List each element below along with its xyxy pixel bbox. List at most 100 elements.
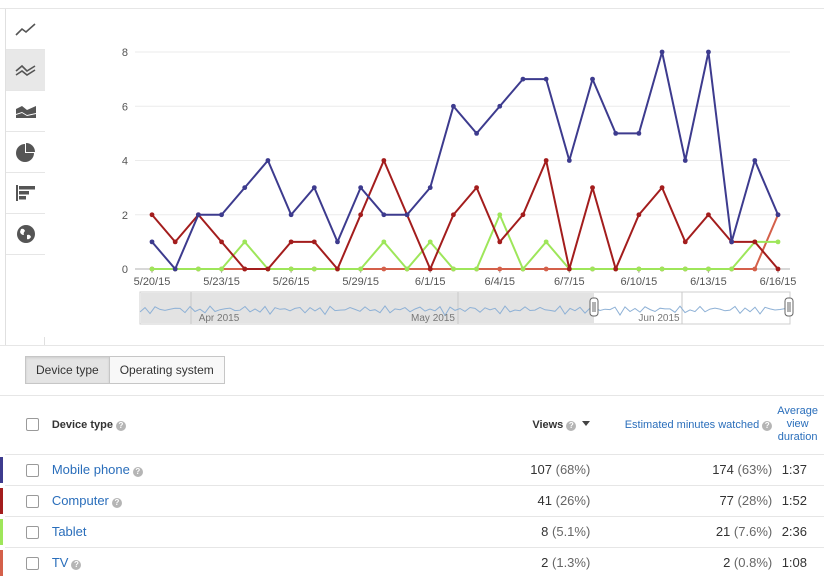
series-color-swatch bbox=[0, 456, 3, 483]
overview-month-label: Jun 2015 bbox=[638, 313, 680, 324]
views-value: 41 bbox=[537, 493, 552, 508]
range-handle[interactable] bbox=[784, 297, 794, 317]
minutes-value: 77 bbox=[719, 493, 734, 508]
x-tick-label: 6/7/15 bbox=[554, 276, 585, 288]
overview-month-label: Apr 2015 bbox=[199, 313, 240, 324]
data-point bbox=[706, 212, 711, 218]
data-point bbox=[195, 266, 201, 272]
data-point bbox=[636, 212, 642, 218]
data-point bbox=[520, 266, 526, 272]
data-point bbox=[172, 239, 178, 245]
device-table: Device type? Views? Estimated minutes wa… bbox=[0, 396, 824, 578]
minutes-watched-header[interactable]: Estimated minutes watched? bbox=[598, 396, 776, 454]
x-tick-label: 6/10/15 bbox=[621, 276, 658, 288]
x-tick-label: 6/4/15 bbox=[484, 276, 515, 288]
data-point bbox=[775, 239, 781, 245]
device-link-computer[interactable]: Computer bbox=[52, 493, 109, 508]
data-point bbox=[636, 266, 642, 272]
data-point bbox=[219, 239, 224, 245]
data-point bbox=[358, 212, 364, 218]
data-point bbox=[381, 239, 387, 245]
data-point bbox=[590, 185, 595, 191]
row-checkbox[interactable] bbox=[26, 525, 39, 539]
table-row: Mobile phone? 107 (68%) 174 (63%) 1:37 bbox=[0, 453, 824, 485]
data-point bbox=[474, 185, 479, 191]
minutes-percent: (0.8%) bbox=[733, 555, 773, 571]
data-point bbox=[659, 49, 665, 55]
duration-value: 2:36 bbox=[776, 515, 824, 547]
line-chart: 0 2 4 6 8 5/20/15 5/23/15 5/26/15 5/29/15 6/1/15 6… bbox=[122, 47, 797, 325]
data-point bbox=[288, 212, 294, 218]
x-tick-label: 5/20/15 bbox=[134, 276, 171, 288]
data-point bbox=[288, 239, 294, 245]
data-point bbox=[590, 76, 595, 82]
data-point bbox=[752, 158, 758, 163]
data-point bbox=[381, 212, 387, 218]
data-point bbox=[590, 266, 595, 272]
data-point bbox=[682, 266, 688, 272]
table-row: TV? 2 (1.3%) 2 (0.8%) 1:08 bbox=[0, 546, 824, 578]
duration-value: 1:52 bbox=[776, 484, 824, 516]
select-all-checkbox[interactable] bbox=[26, 418, 39, 432]
range-handle[interactable] bbox=[589, 297, 599, 317]
data-point bbox=[543, 158, 549, 163]
x-tick-label: 6/13/15 bbox=[690, 276, 727, 288]
views-value: 8 bbox=[541, 524, 549, 539]
tab-operating-system[interactable]: Operating system bbox=[109, 356, 225, 384]
data-point bbox=[149, 212, 155, 218]
data-point bbox=[358, 185, 364, 191]
views-value: 2 bbox=[541, 555, 549, 571]
help-icon[interactable]: ? bbox=[115, 420, 126, 431]
data-point bbox=[474, 130, 479, 136]
data-point bbox=[729, 266, 735, 272]
y-tick-label: 8 bbox=[122, 47, 128, 59]
views-value: 107 bbox=[530, 462, 552, 477]
device-link-tablet[interactable]: Tablet bbox=[52, 524, 87, 539]
sort-descending-icon[interactable] bbox=[582, 420, 591, 426]
data-point bbox=[381, 266, 387, 272]
data-point bbox=[497, 103, 503, 109]
data-point bbox=[474, 266, 479, 272]
y-tick-label: 4 bbox=[122, 156, 128, 168]
data-point bbox=[335, 239, 340, 245]
data-point bbox=[242, 266, 248, 272]
x-tick-label: 6/16/15 bbox=[760, 276, 797, 288]
row-checkbox[interactable] bbox=[26, 494, 39, 508]
data-point bbox=[752, 266, 758, 272]
data-point bbox=[219, 212, 224, 218]
overview-month-label: May 2015 bbox=[411, 313, 455, 324]
data-point bbox=[520, 76, 526, 82]
data-point bbox=[613, 266, 619, 272]
y-tick-label: 0 bbox=[122, 264, 128, 276]
help-icon[interactable]: ? bbox=[132, 467, 143, 477]
help-icon[interactable]: ? bbox=[71, 560, 82, 571]
data-point bbox=[706, 266, 711, 272]
row-checkbox[interactable] bbox=[26, 556, 39, 570]
device-link-mobile-phone[interactable]: Mobile phone bbox=[52, 462, 130, 477]
series-color-swatch bbox=[0, 549, 3, 576]
minutes-percent: (63%) bbox=[737, 462, 773, 477]
data-point bbox=[543, 76, 549, 82]
views-percent: (26%) bbox=[555, 493, 591, 508]
device-link-tv[interactable]: TV bbox=[52, 555, 69, 570]
average-view-duration-header[interactable]: Average view duration bbox=[776, 396, 824, 454]
data-point bbox=[729, 239, 735, 245]
y-tick-label: 6 bbox=[122, 101, 128, 113]
data-point bbox=[497, 212, 503, 218]
row-checkbox[interactable] bbox=[26, 463, 39, 477]
minutes-value: 174 bbox=[712, 462, 734, 477]
views-header[interactable]: Views? bbox=[376, 396, 598, 454]
data-point bbox=[335, 266, 340, 272]
help-icon[interactable]: ? bbox=[111, 498, 122, 508]
data-point bbox=[543, 266, 549, 272]
data-point bbox=[358, 266, 364, 272]
help-icon[interactable]: ? bbox=[762, 420, 773, 431]
data-point bbox=[775, 266, 781, 272]
help-icon[interactable]: ? bbox=[566, 420, 577, 431]
data-point bbox=[752, 239, 758, 245]
data-point bbox=[543, 239, 549, 245]
data-point bbox=[706, 49, 711, 55]
tab-device-type[interactable]: Device type bbox=[25, 356, 110, 384]
data-point bbox=[265, 158, 271, 163]
data-point bbox=[497, 266, 503, 272]
